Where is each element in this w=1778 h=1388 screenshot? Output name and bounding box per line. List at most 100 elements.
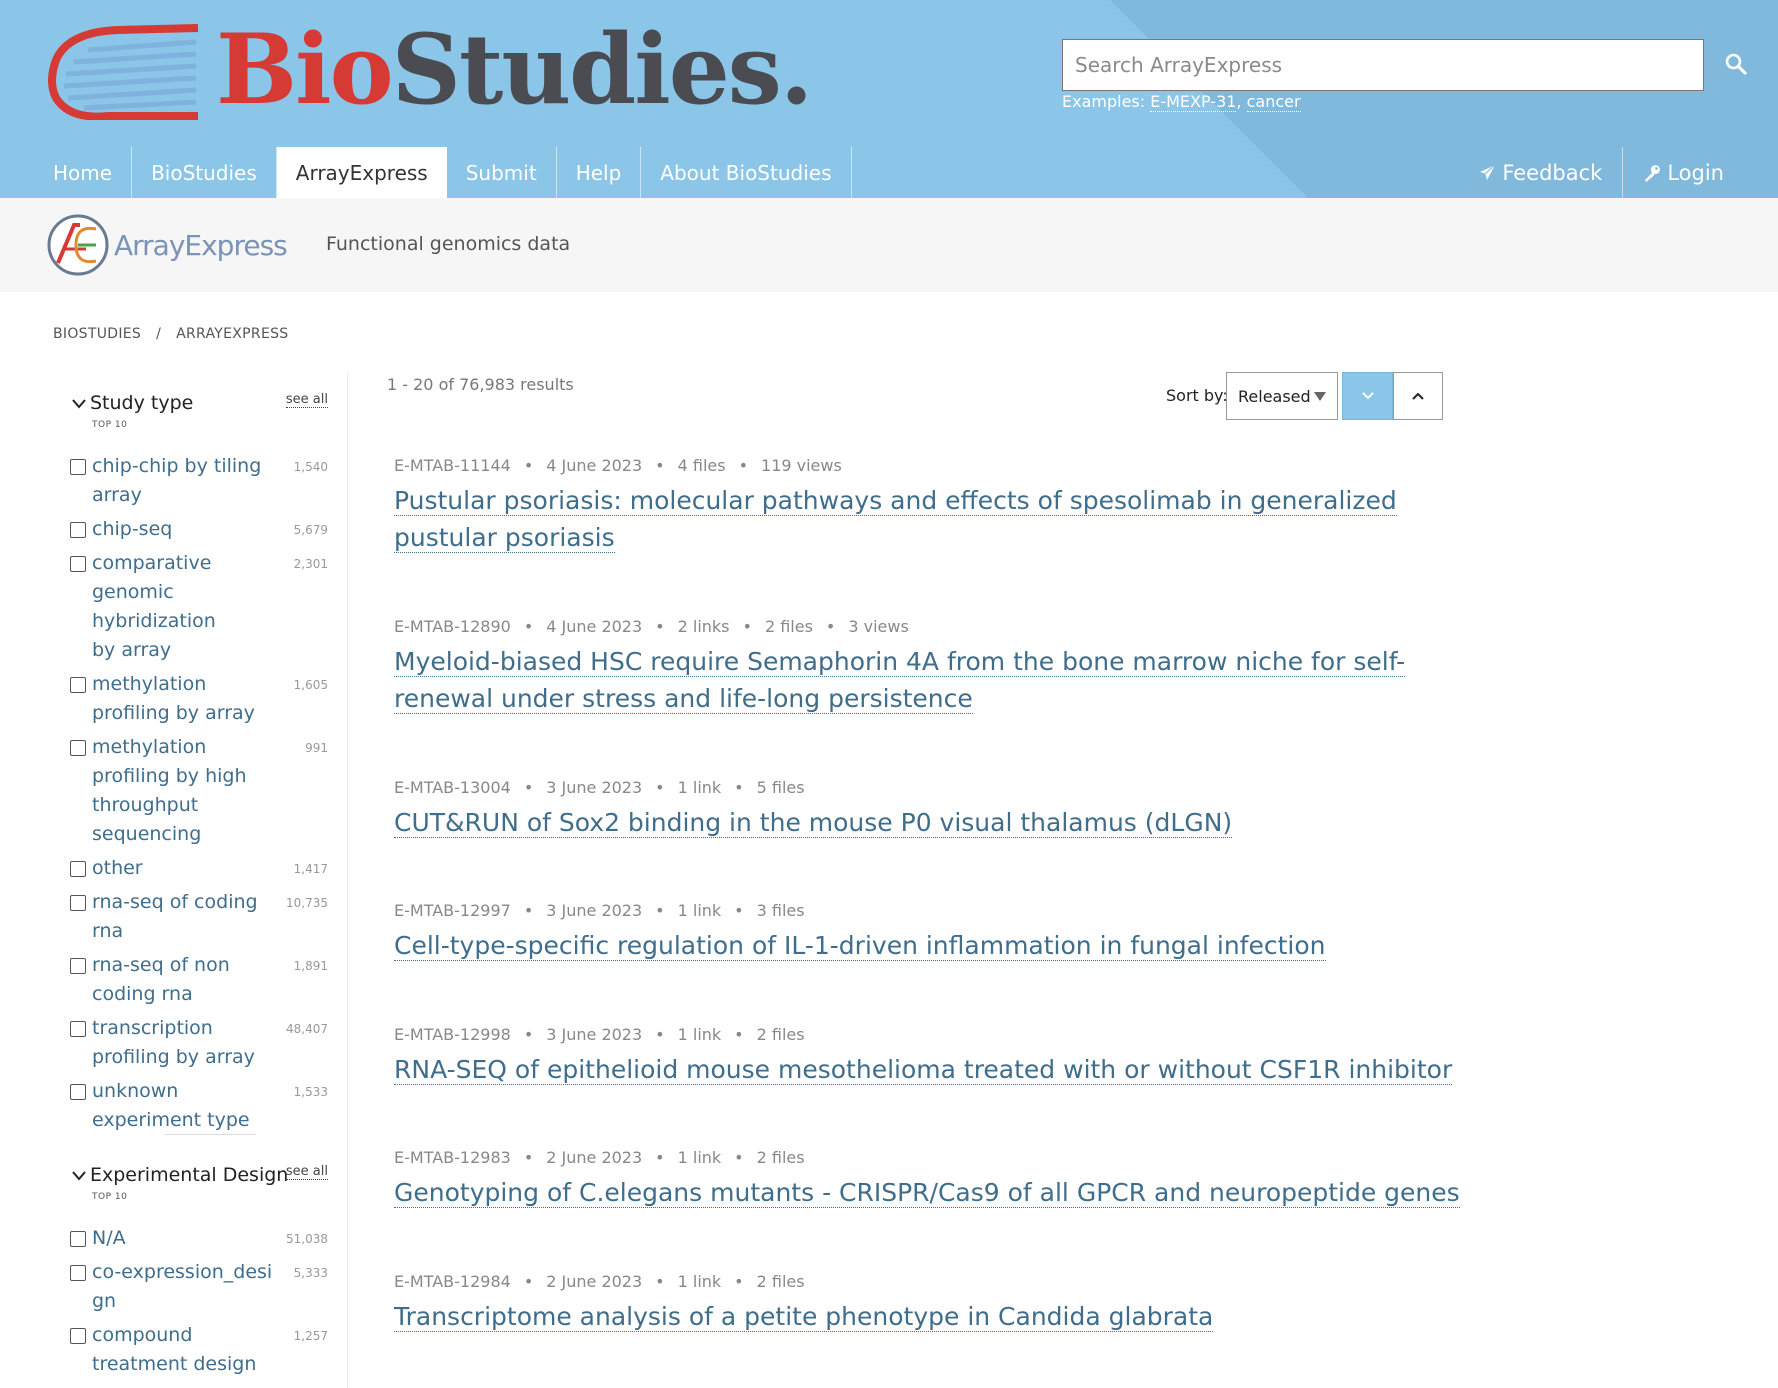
facet-option-label[interactable]: compound treatment design (92, 1321, 288, 1379)
facet-option-label[interactable]: N/A (92, 1224, 286, 1253)
result-title-link[interactable]: Pustular psoriasis: molecular pathways a… (394, 486, 1397, 553)
facet-checkbox[interactable] (70, 861, 86, 877)
facet-option[interactable]: methylation profiling by array 1,605 (70, 670, 328, 728)
facet-option[interactable]: N/A 51,038 (70, 1224, 328, 1253)
facet-option[interactable]: unknown experiment type 1,533 (70, 1077, 328, 1135)
secondary-nav: Feedback Login (1459, 147, 1744, 198)
facet-option[interactable]: chip-seq 5,679 (70, 515, 328, 544)
facet-option[interactable]: transcription profiling by array 48,407 (70, 1014, 328, 1072)
facet-option-count: 1,257 (293, 1329, 328, 1343)
result-files: 2 files (764, 617, 813, 636)
facet-option-count: 51,038 (286, 1232, 328, 1246)
nav-home[interactable]: Home (34, 147, 133, 198)
result-links: 2 links (677, 617, 730, 636)
facet-option[interactable]: methylation profiling by high throughput… (70, 733, 328, 849)
facet-checkbox[interactable] (70, 1231, 86, 1247)
facet-checkbox[interactable] (70, 1265, 86, 1281)
facet-divider (164, 1134, 256, 1135)
facet-option-label[interactable]: methylation profiling by array (92, 670, 288, 728)
facet-option-count: 10,735 (286, 896, 328, 910)
result-date: 4 June 2023 (546, 617, 643, 636)
facet-option-count: 991 (305, 741, 328, 755)
collection-header: ArrayExpress Functional genomics data (0, 198, 1778, 292)
result-title-link[interactable]: Transcriptome analysis of a petite pheno… (394, 1302, 1214, 1332)
facet-checkbox[interactable] (70, 556, 86, 572)
example-link-accession[interactable]: E-MEXP-31 (1150, 92, 1237, 112)
facet-option-label[interactable]: chip-chip by tiling array (92, 452, 288, 510)
result-views: 3 views (848, 617, 909, 636)
facet-option[interactable]: rna-seq of non coding rna 1,891 (70, 951, 328, 1009)
login-link[interactable]: Login (1622, 147, 1744, 198)
facet-option[interactable]: chip-chip by tiling array 1,540 (70, 452, 328, 510)
result-title-link[interactable]: Myeloid-biased HSC require Semaphorin 4A… (394, 647, 1406, 714)
facet-checkbox[interactable] (70, 895, 86, 911)
facet-option-label[interactable]: rna-seq of coding rna (92, 888, 286, 946)
facet-checkbox[interactable] (70, 459, 86, 475)
facet-checkbox[interactable] (70, 522, 86, 538)
examples-label: Examples: (1062, 92, 1151, 111)
facet-checkbox[interactable] (70, 1328, 86, 1344)
example-link-keyword[interactable]: cancer (1246, 92, 1301, 112)
biostudies-logo[interactable]: BioStudies. (48, 18, 813, 122)
facet-option-label[interactable]: other (92, 854, 288, 883)
book-logo-icon (48, 24, 199, 120)
search-input[interactable] (1062, 39, 1704, 91)
result-title-link[interactable]: Cell-type-specific regulation of IL-1-dr… (394, 931, 1326, 961)
facet-option-label[interactable]: comparative genomic hybridization by arr… (92, 549, 288, 665)
facet-option[interactable]: rna-seq of coding rna 10,735 (70, 888, 328, 946)
key-icon (1645, 164, 1661, 181)
feedback-link[interactable]: Feedback (1459, 147, 1622, 198)
facet-option-label[interactable]: co-expression_design (92, 1258, 288, 1316)
facet-checkbox[interactable] (70, 1021, 86, 1037)
arrayexpress-emblem-icon (47, 214, 109, 276)
sort-select[interactable]: Released (1226, 372, 1338, 420)
facet-option[interactable]: comparative genomic hybridization by arr… (70, 549, 328, 665)
facet-checkbox[interactable] (70, 740, 86, 756)
facet-option-label[interactable]: chip-seq (92, 515, 288, 544)
nav-biostudies[interactable]: BioStudies (132, 147, 277, 198)
facet-option[interactable]: co-expression_design 5,333 (70, 1258, 328, 1316)
facet-option-label[interactable]: transcription profiling by array (92, 1014, 286, 1072)
facet-header-study-type[interactable]: Study type see all (72, 392, 328, 414)
result-links: 1 link (677, 778, 722, 797)
nav-about[interactable]: About BioStudies (641, 147, 852, 198)
breadcrumb-separator: / (156, 326, 162, 342)
facet-option-label[interactable]: unknown experiment type (92, 1077, 288, 1135)
facet-option[interactable]: other 1,417 (70, 854, 328, 883)
result-accession: E-MTAB-12983 (394, 1148, 511, 1167)
arrayexpress-logo[interactable]: ArrayExpress (46, 212, 288, 278)
search-button[interactable] (1718, 46, 1754, 82)
sort-descending-button[interactable] (1342, 372, 1393, 420)
facet-option[interactable]: compound treatment design 1,257 (70, 1321, 328, 1379)
facet-checkbox[interactable] (70, 958, 86, 974)
result-files: 4 files (677, 456, 726, 475)
facet-checkbox[interactable] (70, 677, 86, 693)
result-links: 1 link (677, 901, 722, 920)
breadcrumb-biostudies[interactable]: BIOSTUDIES (53, 326, 141, 342)
result-accession: E-MTAB-13004 (394, 778, 511, 797)
nav-submit[interactable]: Submit (447, 147, 557, 198)
result-files: 3 files (756, 901, 805, 920)
nav-arrayexpress[interactable]: ArrayExpress (276, 147, 447, 198)
logo-studies-text: Studies. (391, 13, 814, 126)
result-files: 2 files (756, 1025, 805, 1044)
facet-option-label[interactable]: rna-seq of non coding rna (92, 951, 288, 1009)
arrayexpress-logo-text: ArrayExpress (114, 228, 288, 262)
sort-label: Sort by: (1166, 386, 1228, 405)
main-nav: Home BioStudies ArrayExpress Submit Help… (34, 147, 852, 198)
facet-option-count: 48,407 (286, 1022, 328, 1036)
facet-checkbox[interactable] (70, 1084, 86, 1100)
chevron-down-icon (72, 399, 86, 409)
facet-sidebar: Study type see all TOP 10 chip-chip by t… (0, 372, 348, 1388)
result-title-link[interactable]: CUT&RUN of Sox2 binding in the mouse P0 … (394, 808, 1233, 838)
result-title-link[interactable]: RNA-SEQ of epithelioid mouse mesotheliom… (394, 1055, 1453, 1085)
facet-header-experimental-design[interactable]: Experimental Design see all (72, 1164, 328, 1186)
result-title-link[interactable]: Genotyping of C.elegans mutants - CRISPR… (394, 1178, 1460, 1208)
sort-ascending-button[interactable] (1393, 372, 1443, 420)
facet-option-label[interactable]: methylation profiling by high throughput… (92, 733, 288, 849)
see-all-link[interactable]: see all (285, 392, 328, 408)
result-files: 2 files (756, 1148, 805, 1167)
nav-help[interactable]: Help (557, 147, 642, 198)
see-all-link[interactable]: see all (285, 1164, 328, 1180)
result-meta: E-MTAB-12890 • 4 June 2023 • 2 links • 2 files… (394, 617, 909, 636)
